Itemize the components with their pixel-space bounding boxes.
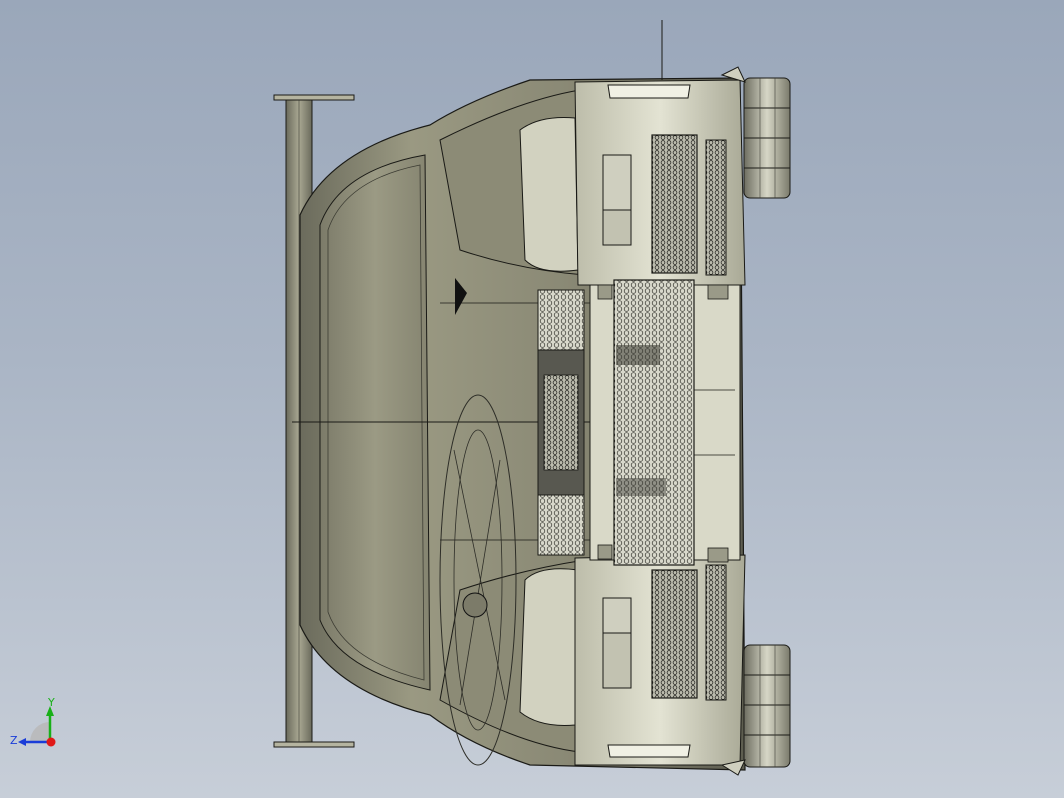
y-axis-label: Y <box>48 696 55 709</box>
triad-quadrant <box>30 722 50 742</box>
z-axis-label: Z <box>10 734 18 747</box>
graphics-viewport[interactable]: Y Z <box>0 0 1064 798</box>
front-tire-top <box>743 77 791 199</box>
orientation-triad: Y Z <box>8 696 68 758</box>
triad-axes <box>18 706 56 747</box>
front-tire-bottom <box>743 644 791 768</box>
z-axis-arrowhead <box>18 738 26 746</box>
car-model-3d-view[interactable] <box>0 0 1064 798</box>
x-axis-dot <box>46 737 56 747</box>
